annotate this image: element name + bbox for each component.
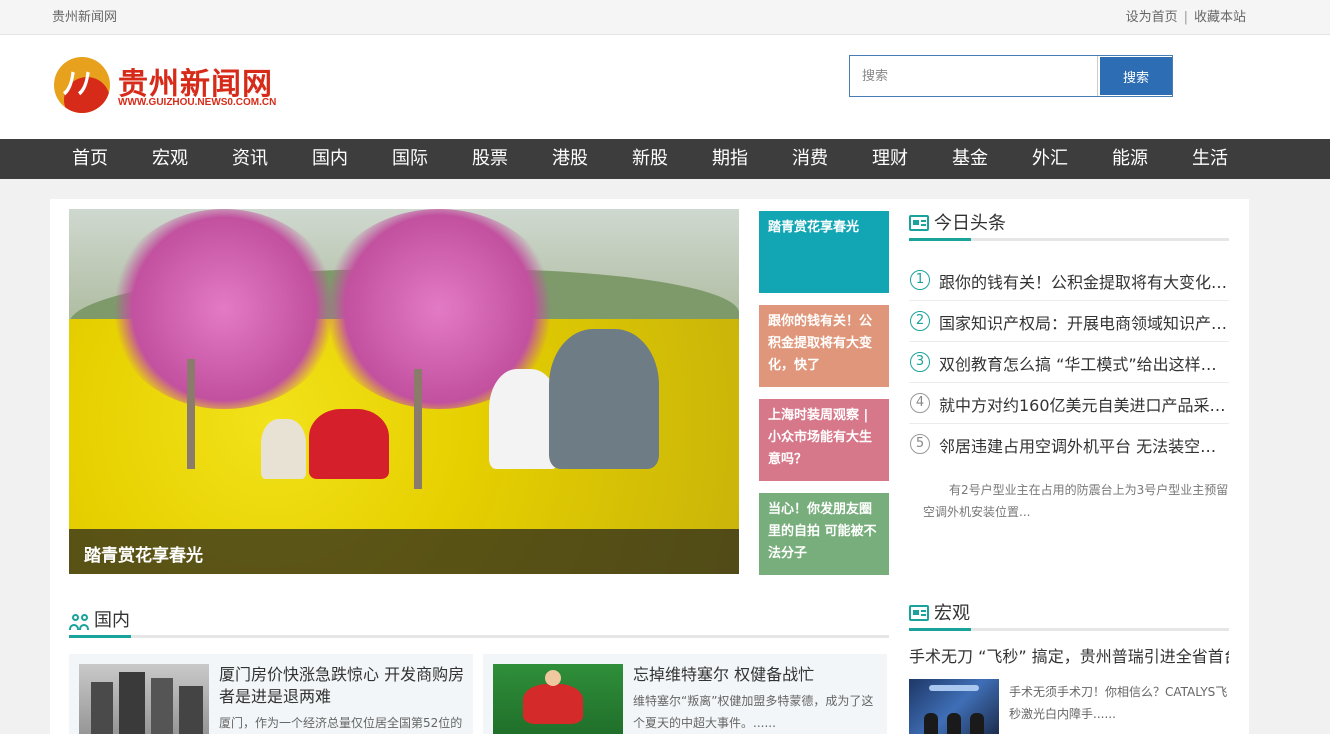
- nav-item-news[interactable]: 资讯: [210, 139, 290, 179]
- users-icon: [69, 614, 91, 630]
- hero-caption: 踏青赏花享春光: [84, 546, 203, 566]
- search-button[interactable]: 搜索: [1100, 57, 1172, 95]
- headline-text[interactable]: 跟你的钱有关！公积金提取将有大变化，快了: [939, 269, 1229, 293]
- header: ﾉﾉ 贵州新闻网 WWW.GUIZHOU.NEWS0.COM.CN 搜索: [0, 35, 1330, 139]
- headline-number: 2: [910, 311, 930, 331]
- macro-title: 宏观: [934, 603, 970, 624]
- news-icon: [909, 605, 929, 621]
- person-child: [261, 419, 306, 479]
- headline-number: 5: [910, 434, 930, 454]
- headlines-panel: 今日头条 1 跟你的钱有关！公积金提取将有大变化，快了 2 国家知识产权局：开展电商…: [909, 209, 1229, 523]
- nav-item-energy[interactable]: 能源: [1090, 139, 1170, 179]
- headline-number: 3: [910, 352, 930, 372]
- headline-number: 4: [910, 393, 930, 413]
- set-home-link[interactable]: 设为首页: [1126, 10, 1178, 25]
- nav-item-finance[interactable]: 理财: [850, 139, 930, 179]
- nav-item-consumer[interactable]: 消费: [770, 139, 850, 179]
- headline-text[interactable]: 双创教育怎么搞 “华工模式”给出这样的答案: [939, 351, 1229, 375]
- macro-lead-link[interactable]: 手术无刀 “飞秒” 搞定，贵州普瑞引进全省首台: [909, 643, 1229, 667]
- main-nav: 首页 宏观 资讯 国内 国际 股票 港股 新股 期指 消费 理财 基金 外汇 能…: [0, 139, 1330, 179]
- macro-article-desc: 手术无须手术刀！你相信么？CATALYS飞秒激光白内障手......: [1009, 685, 1228, 721]
- tree-left: [109, 209, 339, 409]
- macro-article[interactable]: 手术无须手术刀！你相信么？CATALYS飞秒激光白内障手......: [909, 679, 1229, 734]
- nav-item-international[interactable]: 国际: [370, 139, 450, 179]
- logo-emblem-icon: ﾉﾉ: [54, 57, 110, 113]
- nav-item-stocks[interactable]: 股票: [450, 139, 530, 179]
- headline-text[interactable]: 邻居违建占用空调外机平台 无法装空调怎么办: [939, 433, 1229, 457]
- nav-item-life[interactable]: 生活: [1170, 139, 1250, 179]
- person-woman: [309, 409, 389, 479]
- news-icon: [909, 215, 929, 231]
- headline-item[interactable]: 2 国家知识产权局：开展电商领域知识产权保护: [909, 301, 1229, 342]
- headline-item[interactable]: 5 邻居违建占用空调外机平台 无法装空调怎么办: [909, 424, 1229, 465]
- nav-item-home[interactable]: 首页: [50, 139, 130, 179]
- site-name: 贵州新闻网: [52, 10, 118, 25]
- news-card-2[interactable]: 忘掉维特塞尔 权健备战忙 维特塞尔“叛离”权健加盟多特蒙德，成为了这个夏天的中超…: [483, 654, 887, 734]
- logo-url: WWW.GUIZHOU.NEWS0.COM.CN: [118, 97, 277, 108]
- headlines-list: 1 跟你的钱有关！公积金提取将有大变化，快了 2 国家知识产权局：开展电商领域知识产…: [909, 260, 1229, 465]
- feature-tile-3[interactable]: 上海时装周观察 | 小众市场能有大生意吗？: [759, 399, 889, 481]
- headline-text[interactable]: 国家知识产权局：开展电商领域知识产权保护: [939, 310, 1229, 334]
- nav-item-ipo[interactable]: 新股: [610, 139, 690, 179]
- person-man: [549, 329, 659, 469]
- top-links-separator: |: [1183, 10, 1188, 25]
- news-card-1[interactable]: 厦门房价快涨急跌惊心 开发商购房者是进是退两难 厦门，作为一个经济总量仅位居全国…: [69, 654, 473, 734]
- nav-item-macro[interactable]: 宏观: [130, 139, 210, 179]
- headline-text[interactable]: 就中方对约160亿美元自美进口产品采取反制: [939, 392, 1229, 416]
- domestic-section: 国内 厦门房价快涨急跌惊心 开发商购房者是进是退两难 厦门，作为一个经济总量仅位…: [69, 604, 889, 734]
- news-card-summary: 维特塞尔“叛离”权健加盟多特蒙德，成为了这个夏天的中超大事件。......: [633, 694, 874, 730]
- site-logo[interactable]: ﾉﾉ 贵州新闻网 WWW.GUIZHOU.NEWS0.COM.CN: [54, 55, 304, 117]
- feature-tile-1[interactable]: 踏青赏花享春光: [759, 211, 889, 293]
- news-card-image[interactable]: [79, 664, 209, 734]
- feature-tile-4[interactable]: 当心！你发朋友圈里的自拍 可能被不法分子: [759, 493, 889, 575]
- nav-item-forex[interactable]: 外汇: [1010, 139, 1090, 179]
- macro-header: 宏观: [909, 599, 1229, 631]
- search-box: 搜索: [849, 55, 1173, 97]
- domestic-title: 国内: [94, 610, 130, 631]
- feature-tile-2[interactable]: 跟你的钱有关！公积金提取将有大变化，快了: [759, 305, 889, 387]
- headline-item[interactable]: 1 跟你的钱有关！公积金提取将有大变化，快了: [909, 260, 1229, 301]
- news-card-summary: 厦门，作为一个经济总量仅位居全国第52位的: [219, 716, 463, 730]
- news-card-image[interactable]: [493, 664, 623, 734]
- nav-item-futures[interactable]: 期指: [690, 139, 770, 179]
- hero-slide[interactable]: 踏青赏花享春光: [69, 209, 739, 574]
- macro-panel: 宏观 手术无刀 “飞秒” 搞定，贵州普瑞引进全省首台 手术无须手术刀！你相信么？…: [909, 599, 1229, 734]
- news-card-title[interactable]: 厦门房价快涨急跌惊心 开发商购房者是进是退两难: [219, 664, 465, 708]
- headline-item[interactable]: 3 双创教育怎么搞 “华工模式”给出这样的答案: [909, 342, 1229, 383]
- macro-thumbnail[interactable]: [909, 679, 999, 734]
- headlines-header: 今日头条: [909, 209, 1229, 241]
- content-area: 踏青赏花享春光 踏青赏花享春光 跟你的钱有关！公积金提取将有大变化，快了 上海时…: [50, 199, 1249, 734]
- top-bar: 贵州新闻网 设为首页 | 收藏本站: [0, 0, 1330, 35]
- news-card-title[interactable]: 忘掉维特塞尔 权健备战忙: [633, 664, 879, 686]
- headline-summary: 有2号户型业主在占用的防震台上为3号户型业主预留空调外机安装位置...: [923, 483, 1229, 519]
- hero-caption-bar: 踏青赏花享春光: [69, 529, 739, 574]
- nav-item-hk-stocks[interactable]: 港股: [530, 139, 610, 179]
- nav-item-funds[interactable]: 基金: [930, 139, 1010, 179]
- bookmark-link[interactable]: 收藏本站: [1194, 10, 1246, 25]
- nav-item-domestic[interactable]: 国内: [290, 139, 370, 179]
- domestic-header: 国内: [69, 604, 889, 638]
- headlines-title: 今日头条: [934, 213, 1006, 234]
- top-links: 设为首页 | 收藏本站: [1126, 6, 1246, 25]
- headline-number: 1: [910, 270, 930, 290]
- search-input[interactable]: [850, 56, 1098, 96]
- headline-item[interactable]: 4 就中方对约160亿美元自美进口产品采取反制: [909, 383, 1229, 424]
